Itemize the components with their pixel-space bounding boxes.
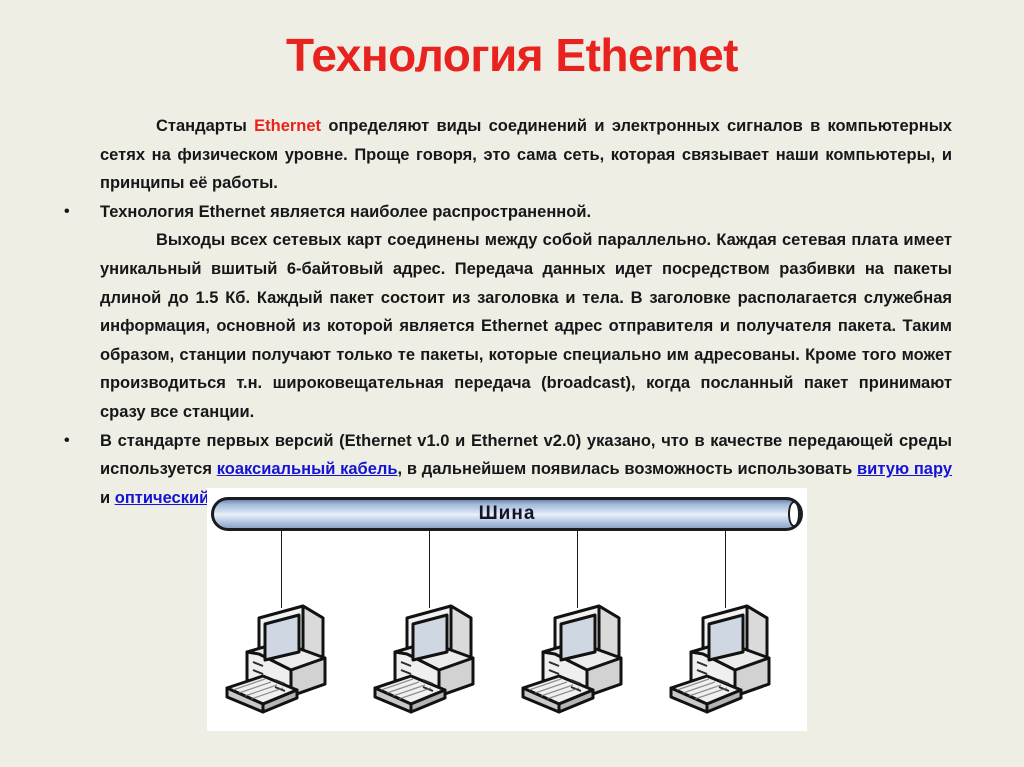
paragraph-4-seg-4: и [100,488,115,507]
desktop-computer-icon [225,604,327,714]
paragraph-1: Стандарты Ethernet определяют виды соеди… [60,112,952,198]
drop-line-1 [281,530,282,608]
body-text-block: Стандарты Ethernet определяют виды соеди… [60,112,952,512]
paragraph-3: Выходы всех сетевых карт соединены между… [60,226,952,426]
computer-node-4 [663,600,793,722]
computer-node-1 [219,600,349,722]
paragraph-1-ethernet-highlight: Ethernet [254,117,322,135]
network-topology-diagram: Шина [207,488,807,731]
paragraph-1-text: Стандарты Ethernet определяют виды соеди… [100,112,952,198]
drop-line-2 [429,530,430,608]
drop-line-3 [577,530,578,608]
paragraph-2: • Технология Ethernet является наиболее … [60,198,952,227]
bus-label: Шина [478,503,536,524]
desktop-computer-icon [669,604,771,714]
page-title: Технология Ethernet [286,29,738,81]
drop-line-4 [725,530,726,608]
desktop-computer-icon [521,604,623,714]
link-twisted-pair[interactable]: витую пару [857,460,952,478]
paragraph-2-text: Технология Ethernet является наиболее ра… [100,202,592,221]
computer-node-2 [367,600,497,722]
slide-root: Технология Ethernet Стандарты Ethernet о… [0,0,1024,767]
bus-backbone: Шина [211,497,803,531]
desktop-computer-icon [373,604,475,714]
computer-node-3 [515,600,645,722]
paragraph-3-text: Выходы всех сетевых карт соединены между… [100,231,952,421]
link-coaxial-cable[interactable]: коаксиальный кабель [217,460,398,478]
paragraph-4-seg-2: , в дальнейшем появилась возможность исп… [397,460,858,479]
bullet-marker-icon: • [64,431,70,449]
paragraph-1-seg-0: Стандарты [156,117,255,135]
bullet-marker-icon: • [64,202,70,220]
